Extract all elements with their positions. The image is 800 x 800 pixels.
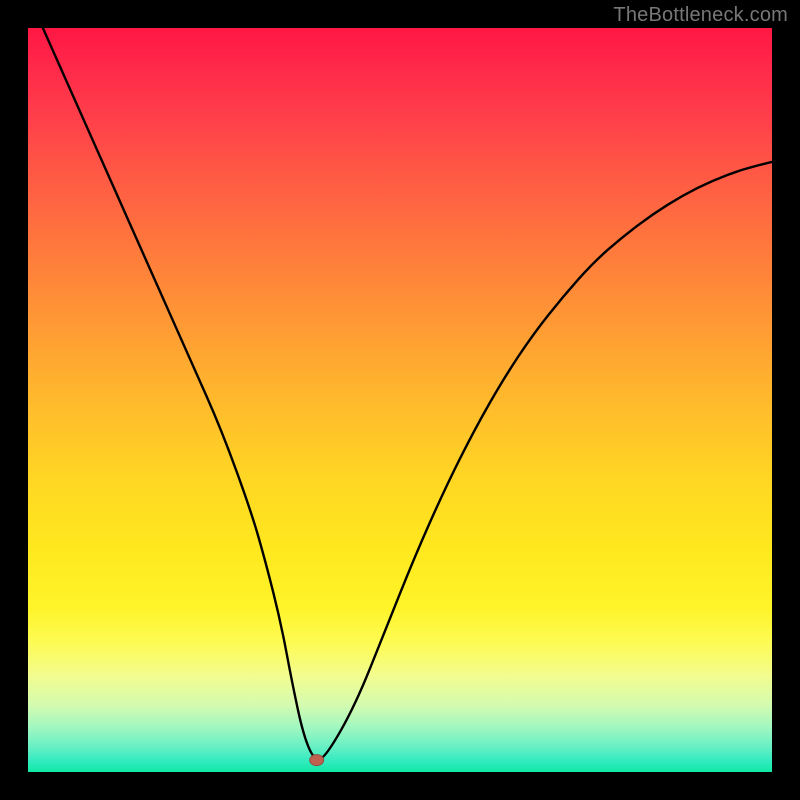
bottleneck-chart — [28, 28, 772, 772]
plot-area — [28, 28, 772, 772]
optimal-point-marker — [310, 755, 324, 766]
watermark-text: TheBottleneck.com — [613, 4, 788, 27]
gradient-background — [28, 28, 772, 772]
chart-frame: TheBottleneck.com — [0, 0, 800, 800]
